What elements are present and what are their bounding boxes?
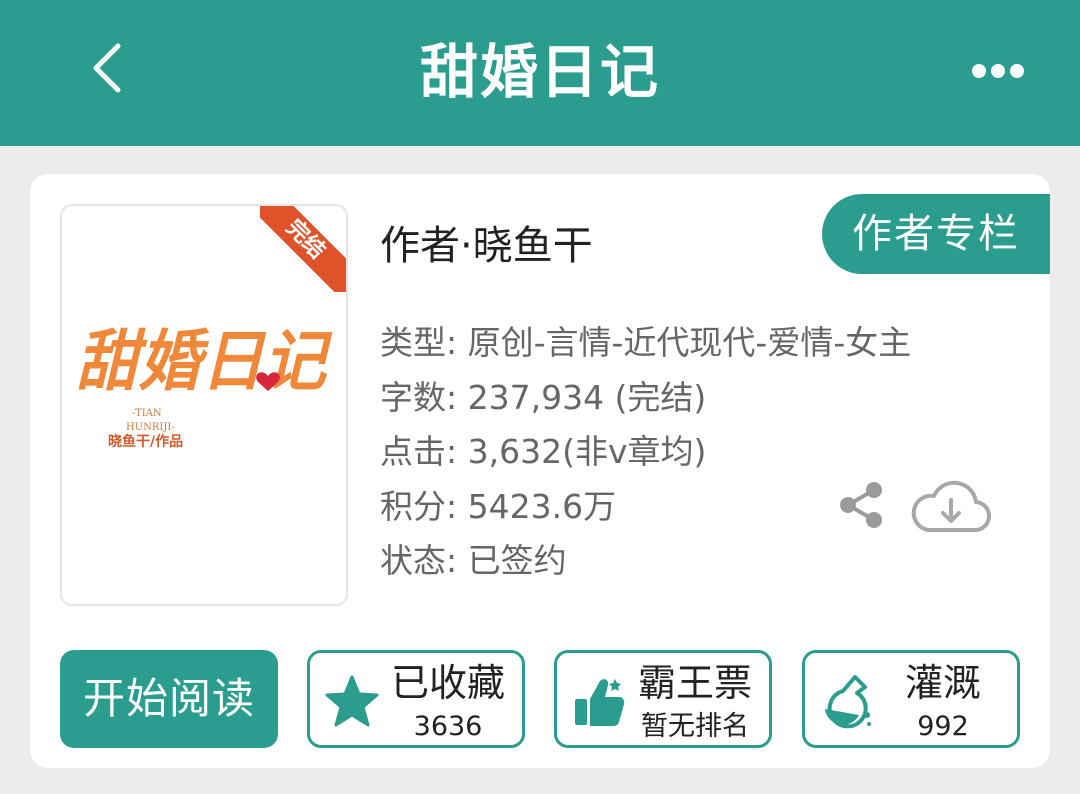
vote-button[interactable]: 霸王票 暂无排名 xyxy=(554,650,772,748)
meta-points: 积分: 5423.6万 xyxy=(380,486,617,526)
meta-clicks: 点击: 3,632(非v章均) xyxy=(380,432,707,471)
top-app-bar: 甜婚日记 xyxy=(0,0,1080,146)
ribbon-text: 完结 xyxy=(260,206,346,292)
meta-status: 状态: 已签约 xyxy=(380,541,567,580)
book-meta-list: 类型: 原创-言情-近代现代-爱情-女主 字数: 237,934 (完结) 点击… xyxy=(380,316,911,589)
vote-label: 霸王票 xyxy=(637,661,752,705)
share-icon xyxy=(840,482,882,528)
nutrient-label: 灌溉 xyxy=(904,661,981,705)
completed-ribbon: 完结 xyxy=(260,206,346,292)
download-button[interactable] xyxy=(910,476,992,538)
nutrient-button[interactable]: 灌溉 992 xyxy=(802,650,1020,748)
page-title: 甜婚日记 xyxy=(419,38,660,106)
author-column-button[interactable]: 作者专栏 xyxy=(822,194,1050,274)
book-info-card: 甜婚日记 -TIAN HUNRIJI- 晓鱼干/作品 完结 作者·晓鱼干 作者专… xyxy=(30,174,1050,768)
author-name[interactable]: 作者·晓鱼干 xyxy=(380,218,593,274)
book-cover[interactable]: 甜婚日记 -TIAN HUNRIJI- 晓鱼干/作品 完结 xyxy=(60,204,348,606)
cover-title-art: 甜婚日记 xyxy=(76,322,333,400)
favorite-label: 已收藏 xyxy=(390,661,505,705)
cloud-download-icon xyxy=(911,480,992,533)
star-icon xyxy=(325,675,379,727)
nutrient-count: 992 xyxy=(917,711,969,742)
cover-subtitle-1: -TIAN xyxy=(132,408,162,419)
more-button[interactable] xyxy=(966,50,1030,90)
share-button[interactable] xyxy=(836,480,886,530)
cover-subtitle-2: HUNRIJI- xyxy=(126,422,175,433)
vote-rank: 暂无排名 xyxy=(641,711,749,742)
thumbs-up-icon xyxy=(575,679,625,726)
flask-icon xyxy=(825,675,871,729)
favorite-button[interactable]: 已收藏 3636 xyxy=(307,650,525,748)
start-reading-button[interactable]: 开始阅读 xyxy=(60,650,278,748)
meta-genre: 类型: 原创-言情-近代现代-爱情-女主 xyxy=(380,323,912,362)
cover-byline: 晓鱼干/作品 xyxy=(108,433,183,450)
more-dots-icon xyxy=(972,64,986,78)
meta-word-count: 字数: 237,934 (完结) xyxy=(380,377,707,417)
favorite-count: 3636 xyxy=(413,711,483,742)
